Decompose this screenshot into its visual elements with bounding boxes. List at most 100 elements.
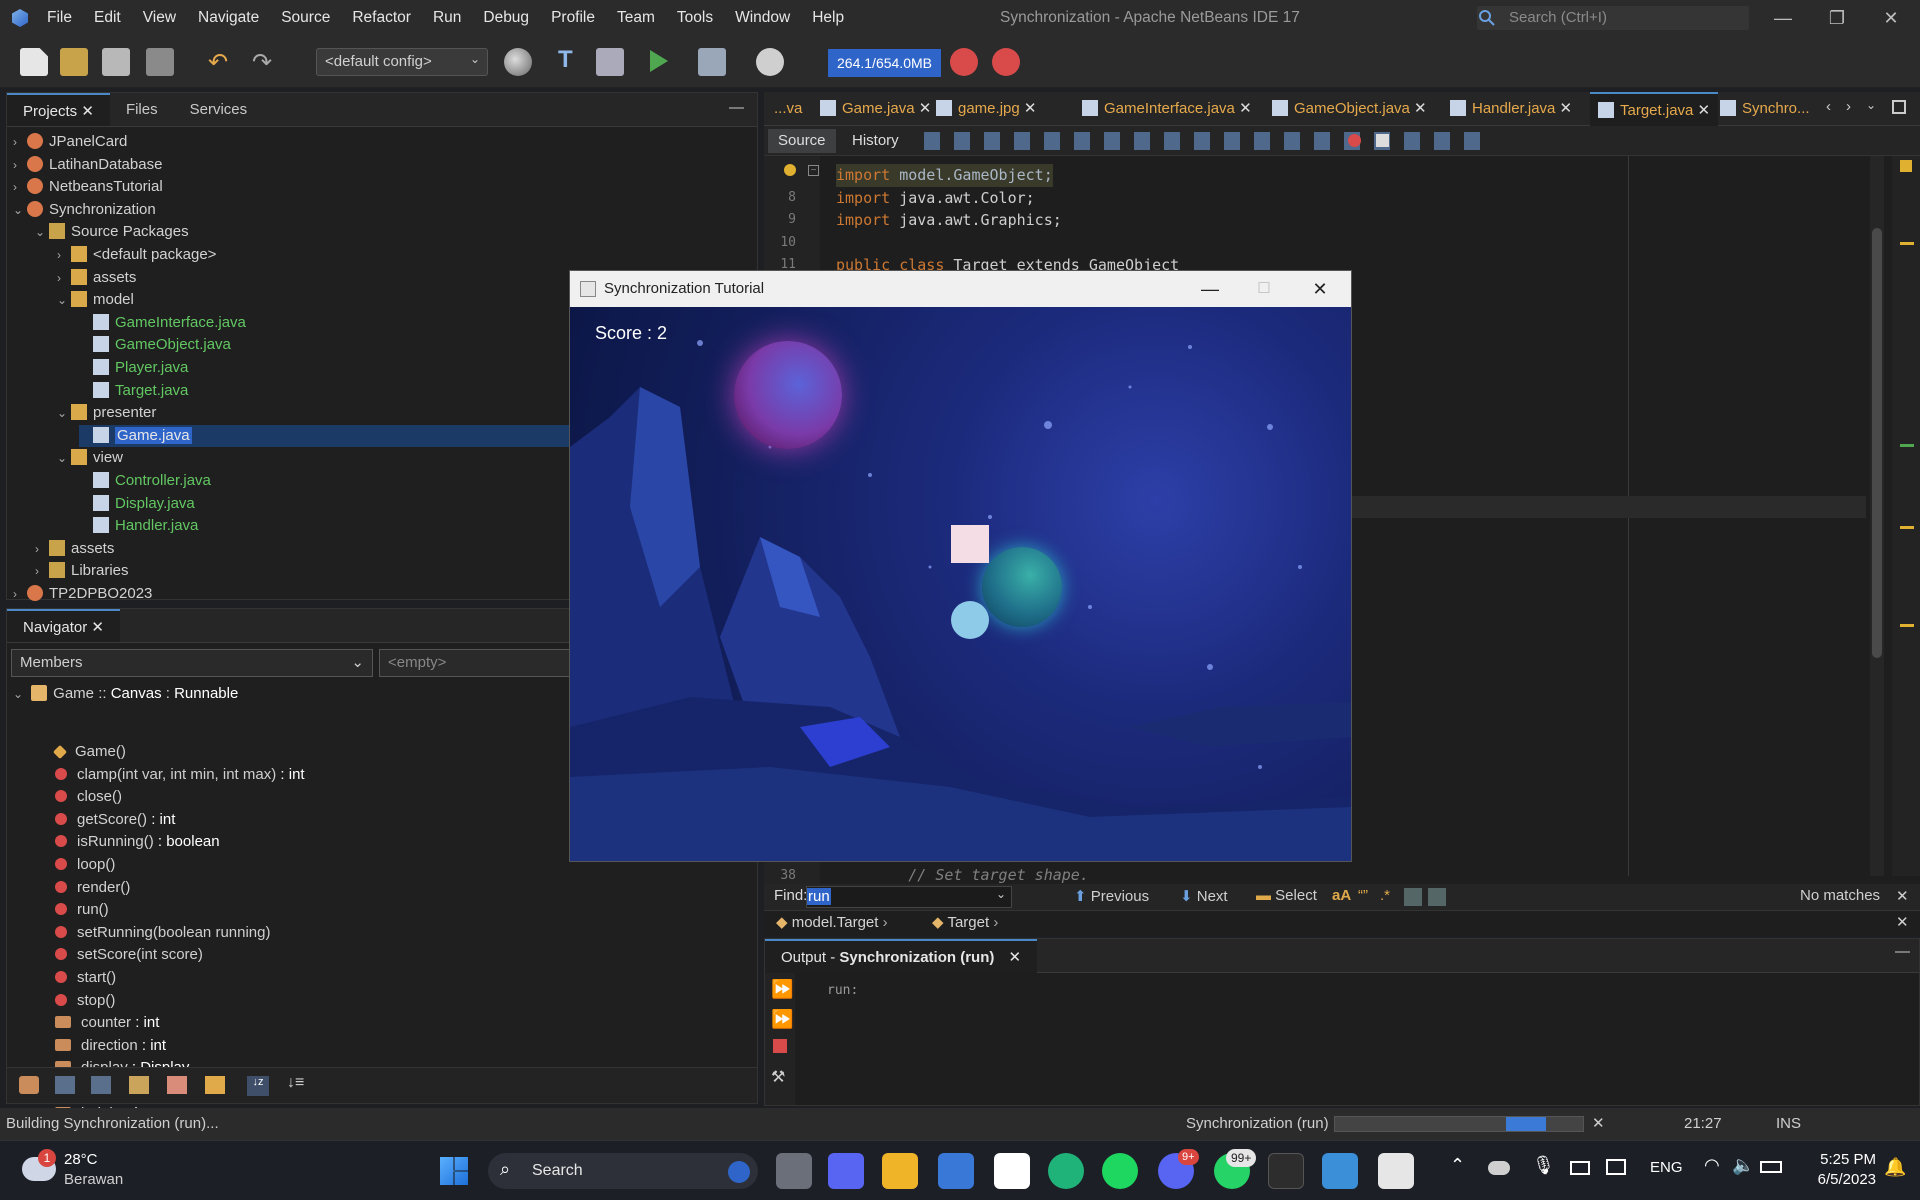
navigator-member[interactable]: counter : int [55, 1012, 159, 1034]
editor-toolbar-icons[interactable] [924, 132, 1484, 150]
warning-mark[interactable] [1900, 624, 1914, 627]
chevron-down-icon[interactable]: ⌄ [35, 221, 49, 243]
tab-source[interactable]: Source [768, 129, 836, 153]
chevron-right-icon[interactable]: › [13, 583, 27, 605]
menu-item-debug[interactable]: Debug [472, 0, 540, 36]
tree-node[interactable]: ⌄ view [57, 447, 123, 469]
stop-macro-icon[interactable] [1376, 134, 1389, 147]
tree-node[interactable]: GameInterface.java [79, 312, 246, 334]
task-view-icon[interactable] [776, 1153, 812, 1189]
maximize-button[interactable]: ❐ [1810, 0, 1864, 36]
close-icon[interactable]: ✕ [77, 103, 94, 120]
maximize-editor-icon[interactable] [1892, 100, 1906, 114]
tab-navigator[interactable]: Navigator ✕ [7, 609, 120, 642]
keyboard-icon[interactable] [1570, 1161, 1590, 1175]
minimize-button[interactable]: — [1190, 271, 1230, 307]
close-button[interactable]: ✕ [1864, 0, 1918, 36]
navigator-member[interactable]: close() [55, 786, 122, 808]
settings-icon[interactable]: ⚒ [771, 1067, 785, 1087]
tree-node[interactable]: › assets [57, 267, 136, 289]
chevron-right-icon[interactable]: › [35, 538, 49, 560]
chat-icon[interactable] [828, 1153, 864, 1189]
editor-tab[interactable]: GameInterface.java ✕ [1082, 92, 1252, 126]
store-icon[interactable] [938, 1153, 974, 1189]
chevron-down-icon[interactable]: ⌄ [13, 199, 27, 221]
clock-date[interactable]: 6/5/2023 [1796, 1171, 1876, 1188]
chevron-right-icon[interactable]: › [13, 131, 27, 153]
change-mark[interactable] [1900, 444, 1914, 447]
notification-bell-icon[interactable]: 🔔 [1884, 1157, 1906, 1178]
maximize-button[interactable]: ☐ [1244, 271, 1284, 307]
menu-item-help[interactable]: Help [801, 0, 855, 36]
close-icon[interactable]: ✕ [1555, 100, 1573, 117]
chevron-down-icon[interactable]: ⌄ [996, 887, 1006, 901]
tree-node[interactable]: › assets [35, 538, 114, 560]
new-project-icon[interactable] [60, 48, 88, 76]
editor-tab[interactable]: ...va [774, 92, 802, 126]
play-store-icon[interactable] [994, 1153, 1030, 1189]
tree-node[interactable]: › Libraries [35, 560, 129, 582]
editor-tab[interactable]: Handler.java ✕ [1450, 92, 1572, 126]
whole-words-icon[interactable]: “” [1358, 887, 1368, 904]
tree-node[interactable]: Display.java [79, 493, 195, 515]
save-all-icon[interactable] [146, 48, 174, 76]
debug-icon[interactable] [698, 48, 726, 76]
stop-icon[interactable] [773, 1039, 787, 1053]
chevron-right-icon[interactable]: › [13, 176, 27, 198]
new-file-icon[interactable] [20, 48, 48, 76]
navigator-member[interactable]: Game() [52, 741, 126, 763]
task-name[interactable]: Synchronization (run) [1186, 1115, 1329, 1132]
navigator-member[interactable]: setScore(int score) [55, 944, 203, 966]
close-icon[interactable]: ✕ [1896, 887, 1909, 905]
navigator-member[interactable]: getScore() : int [55, 809, 175, 831]
warning-summary-icon[interactable] [1900, 160, 1912, 172]
clean-build-icon[interactable] [596, 48, 624, 76]
weather-temp[interactable]: 28°C [64, 1151, 98, 1168]
editor-tab[interactable]: Game.java ✕ [820, 92, 931, 126]
fields-filter-icon[interactable] [55, 1076, 75, 1094]
close-icon[interactable]: ✕ [1896, 913, 1909, 931]
menu-item-view[interactable]: View [132, 0, 187, 36]
tree-node[interactable]: Target.java [79, 380, 188, 402]
tree-node[interactable]: › LatihanDatabase [13, 154, 162, 176]
stop-run-icon[interactable] [992, 48, 1020, 76]
netbeans-icon[interactable] [1322, 1153, 1358, 1189]
tree-node[interactable]: › NetbeansTutorial [13, 176, 163, 198]
minimize-panel-icon[interactable]: — [1895, 943, 1910, 960]
tree-node[interactable]: ⌄ Source Packages [35, 221, 189, 243]
warning-mark[interactable] [1900, 242, 1914, 245]
find-previous-button[interactable]: ⬆ Previous [1074, 887, 1149, 905]
wrap-around-icon[interactable] [1428, 888, 1446, 906]
chevron-right-icon[interactable]: › [57, 267, 71, 289]
volume-icon[interactable]: 🔈 [1732, 1155, 1754, 1176]
scroll-tabs-left-icon[interactable]: ‹ [1826, 98, 1831, 115]
game-canvas[interactable]: Score : 2 [570, 307, 1351, 861]
navigator-member[interactable]: isRunning() : boolean [55, 831, 220, 853]
find-select-button[interactable]: ▬ Select [1256, 887, 1317, 904]
regex-icon[interactable]: .* [1380, 887, 1390, 904]
tree-node[interactable]: ⌄ model [57, 289, 134, 311]
warning-mark[interactable] [1900, 526, 1914, 529]
navigator-member[interactable]: stop() [55, 990, 115, 1012]
menu-item-source[interactable]: Source [270, 0, 341, 36]
editor-tab[interactable]: Synchro... [1720, 92, 1810, 126]
vertical-scrollbar[interactable] [1870, 156, 1884, 876]
warning-bulb-icon[interactable] [784, 164, 796, 176]
navigator-member[interactable]: setRunning(boolean running) [55, 922, 270, 944]
code-line[interactable]: import java.awt.Graphics; [836, 209, 1062, 232]
menu-item-navigate[interactable]: Navigate [187, 0, 270, 36]
touchpad-icon[interactable] [1606, 1159, 1626, 1175]
sort-position-icon[interactable]: ↓≡ [287, 1074, 304, 1092]
menu-item-profile[interactable]: Profile [540, 0, 606, 36]
tree-node[interactable]: GameObject.java [79, 334, 231, 356]
menu-item-window[interactable]: Window [724, 0, 801, 36]
tree-node[interactable]: ⌄ presenter [57, 402, 156, 424]
navigator-member[interactable]: loop() [55, 854, 115, 876]
rerun-icon[interactable]: ⏩ [771, 979, 793, 1000]
windows-start-icon[interactable] [440, 1157, 468, 1185]
memory-indicator[interactable]: 264.1/654.0MB [828, 49, 941, 77]
game-window-titlebar[interactable]: Synchronization Tutorial — ☐ ✕ [570, 271, 1351, 307]
onedrive-icon[interactable] [1488, 1161, 1510, 1175]
navigator-member[interactable]: render() [55, 877, 130, 899]
menu-item-edit[interactable]: Edit [83, 0, 132, 36]
